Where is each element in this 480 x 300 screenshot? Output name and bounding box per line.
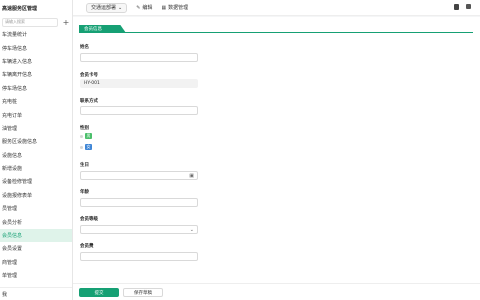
- sidebar-item[interactable]: 设施报修表单: [0, 189, 72, 202]
- member-no-label: 会员卡号: [80, 73, 98, 78]
- sidebar-item[interactable]: 设备检修管理: [0, 175, 72, 188]
- sidebar-item-label: 新增设施: [2, 166, 23, 173]
- sidebar-item[interactable]: 商管理: [0, 256, 72, 269]
- sidebar-item[interactable]: 新增设施: [0, 162, 72, 175]
- age-field[interactable]: [80, 198, 198, 207]
- top-toolbar: 交通运部署 ⌄ ✎ 编辑 ▦ 数据管理: [73, 0, 480, 16]
- edit-button[interactable]: ✎ 编辑: [136, 4, 153, 12]
- sidebar-item-label: 会员分析: [2, 219, 23, 226]
- sidebar-item[interactable]: 会员分析: [0, 215, 72, 228]
- sidebar-item[interactable]: 车辆进入信息: [0, 55, 72, 68]
- settings-icon[interactable]: [466, 4, 471, 9]
- sidebar-item-label: 充电订单: [2, 112, 23, 119]
- sidebar-item-label: 会员设置: [2, 246, 23, 253]
- data-manage-button[interactable]: ▦ 数据管理: [161, 4, 189, 12]
- gender-label: 性别: [80, 126, 89, 131]
- member-no-field[interactable]: HY-001: [80, 79, 198, 88]
- sidebar-item-label: 员管理: [2, 206, 18, 213]
- tab-member-info[interactable]: 会员信息: [79, 25, 126, 33]
- topbar-right-icons: [454, 4, 471, 10]
- sidebar-item-label: 设施报修表单: [2, 192, 33, 199]
- table-icon: ▦: [161, 4, 167, 11]
- app-dropdown[interactable]: 交通运部署 ⌄: [86, 2, 128, 13]
- sidebar-item-label: 设备检修管理: [2, 179, 33, 186]
- contact-field[interactable]: [80, 106, 198, 115]
- sidebar-search-row: 请输入搜索 +: [0, 16, 72, 28]
- sidebar-item-label: 设施信息: [2, 152, 23, 159]
- birthday-field[interactable]: ▣: [80, 171, 198, 180]
- gender-option-male[interactable]: 男: [85, 133, 92, 139]
- sidebar-item-label: 充电桩: [2, 99, 18, 106]
- sidebar-item[interactable]: 充电桩: [0, 95, 72, 108]
- sidebar-search-input[interactable]: 请输入搜索: [2, 17, 58, 27]
- sidebar-item[interactable]: 车流量统计: [0, 28, 72, 41]
- fee-field[interactable]: [80, 252, 198, 261]
- form-panel: 会员信息 姓名 会员卡号 HY-001 联系方式 性别 男 女 生日 ▣ 年龄 …: [73, 17, 480, 300]
- sidebar-footer[interactable]: 我: [0, 287, 72, 300]
- chevron-down-icon: ⌄: [118, 4, 123, 11]
- submit-button[interactable]: 提交: [79, 288, 119, 297]
- level-label: 会员等级: [80, 217, 98, 222]
- pencil-icon: ✎: [136, 4, 141, 11]
- chevron-down-icon: ⌄: [189, 227, 194, 233]
- form-actions: 提交 保存草稿: [73, 283, 480, 300]
- sidebar-item[interactable]: 油管理: [0, 122, 72, 135]
- name-field[interactable]: [80, 53, 198, 62]
- sidebar-item[interactable]: 充电订单: [0, 108, 72, 121]
- sidebar-item-label: 车流量统计: [2, 32, 28, 39]
- sidebar-item[interactable]: 会员信息: [0, 228, 72, 243]
- sidebar-item[interactable]: 单管理: [0, 269, 72, 282]
- sidebar-item-label: 车辆离开信息: [2, 72, 33, 79]
- sidebar-item-label: 车辆进入信息: [2, 58, 33, 65]
- sidebar-item-label: 会员信息: [2, 233, 23, 240]
- gender-option-female[interactable]: 女: [85, 144, 92, 150]
- birthday-label: 生日: [80, 163, 89, 168]
- app-brand: 高速服务区管理: [2, 5, 38, 12]
- sidebar-item[interactable]: 员管理: [0, 202, 72, 215]
- sidebar-item-label: 停车场信息: [2, 85, 28, 92]
- sidebar-item[interactable]: 服务区设施信息: [0, 135, 72, 148]
- sidebar-item-label: 停车场信息: [2, 45, 28, 52]
- level-select[interactable]: ⌄: [80, 225, 198, 234]
- sidebar-item[interactable]: 设施信息: [0, 149, 72, 162]
- sidebar-item[interactable]: 车辆离开信息: [0, 68, 72, 81]
- calendar-icon[interactable]: ▣: [189, 173, 194, 179]
- save-draft-button[interactable]: 保存草稿: [123, 288, 163, 297]
- sidebar-item[interactable]: 停车场信息: [0, 82, 72, 95]
- plus-icon[interactable]: +: [62, 18, 70, 27]
- gender-radio-female[interactable]: [80, 146, 83, 149]
- clipboard-icon[interactable]: [454, 4, 459, 10]
- data-manage-label: 数据管理: [168, 5, 189, 11]
- section-header: 会员信息: [79, 25, 473, 33]
- sidebar-item-label: 油管理: [2, 125, 18, 132]
- fee-label: 会员费: [80, 244, 94, 249]
- age-label: 年龄: [80, 190, 89, 195]
- sidebar-item[interactable]: 停车场信息: [0, 41, 72, 54]
- sidebar-item[interactable]: 会员设置: [0, 242, 72, 255]
- contact-label: 联系方式: [80, 99, 98, 104]
- sidebar-item-label: 商管理: [2, 259, 18, 266]
- name-label: 姓名: [80, 45, 89, 50]
- sidebar-nav: 车流量统计 停车场信息 车辆进入信息 车辆离开信息 停车场信息 充电桩 充电订单 油管理 服务区…: [0, 28, 72, 282]
- sidebar-item-label: 单管理: [2, 273, 18, 280]
- sidebar-item-label: 服务区设施信息: [2, 139, 38, 146]
- gender-radio-male[interactable]: [80, 135, 83, 138]
- app-dropdown-label: 交通运部署: [91, 5, 117, 11]
- sidebar: 高速服务区管理 请输入搜索 + 车流量统计 停车场信息 车辆进入信息 车辆离开信息 停车…: [0, 0, 73, 300]
- edit-label: 编辑: [142, 5, 153, 11]
